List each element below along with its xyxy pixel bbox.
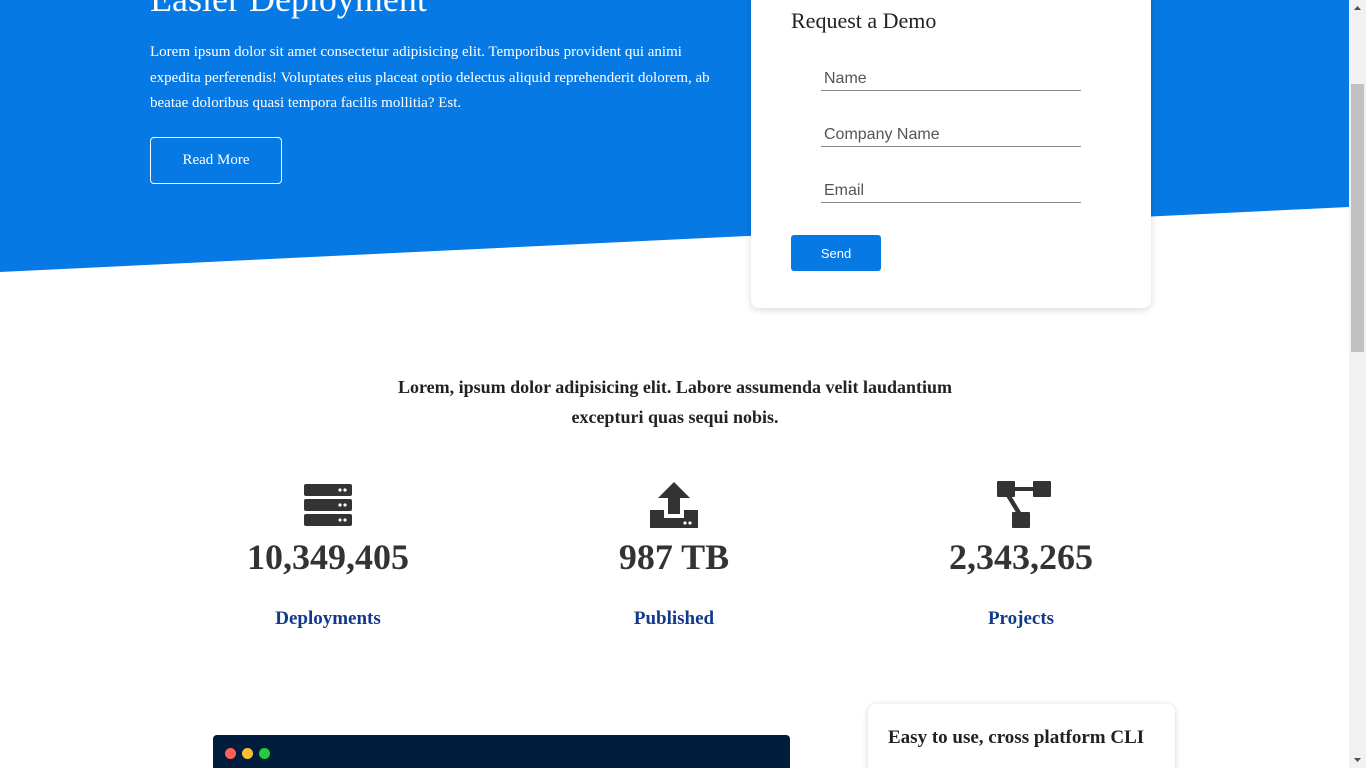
demo-request-card: Request a Demo Send [751,0,1151,308]
window-maximize-dot [259,748,270,759]
window-close-dot [225,748,236,759]
upload-icon [644,478,704,532]
stat-label: Deployments [275,608,381,629]
email-input[interactable] [821,179,1081,203]
terminal-window [213,735,790,768]
stat-value: 987 TB [618,537,730,577]
stat-label: Projects [987,608,1055,629]
company-name-input[interactable] [821,123,1081,147]
page-scrollbar[interactable] [1349,0,1366,768]
scrollbar-thumb[interactable] [1351,84,1364,352]
stat-projects: 2,343,265 Projects [871,478,1171,630]
stats-intro-text: Lorem, ipsum dolor adipisicing elit. Lab… [397,377,953,427]
window-minimize-dot [242,748,253,759]
scroll-up-arrow-icon[interactable] [1349,0,1366,17]
stat-value: 2,343,265 [949,537,1093,577]
hero-title: Easier Deployment [150,0,427,20]
project-diagram-icon [991,478,1051,532]
stat-deployments: 10,349,405 Deployments [178,478,478,630]
server-icon [298,478,358,532]
name-input[interactable] [821,67,1081,91]
feature-title: Easy to use, cross platform CLI [888,727,1145,748]
stat-value: 10,349,405 [247,537,409,577]
feature-card: Easy to use, cross platform CLI [868,704,1175,768]
stat-label: Published [633,608,715,629]
scroll-down-arrow-icon[interactable] [1349,751,1366,768]
read-more-button[interactable]: Read More [150,137,282,184]
send-button[interactable]: Send [791,235,881,271]
stat-published: 987 TB Published [524,478,824,630]
demo-form-title: Request a Demo [791,8,937,33]
hero-text: Lorem ipsum dolor sit amet consectetur a… [150,44,710,111]
